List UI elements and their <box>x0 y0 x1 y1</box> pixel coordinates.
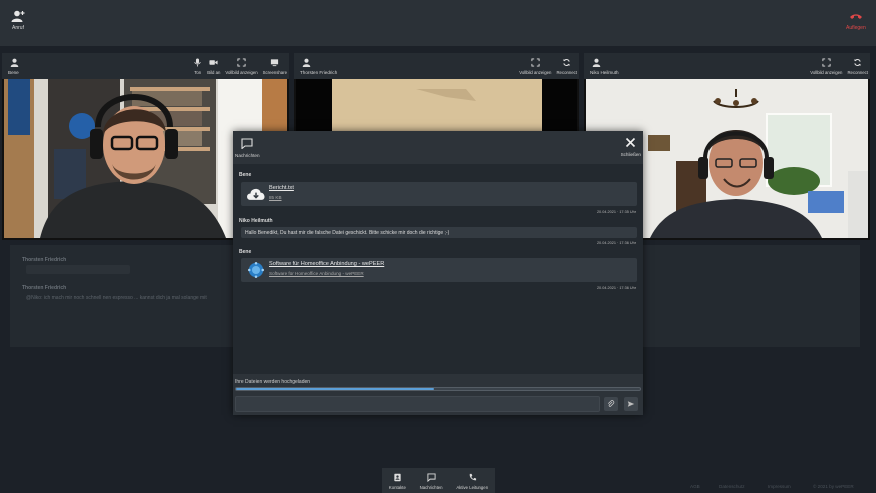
person-icon <box>592 58 601 67</box>
mute-button[interactable]: Ton <box>193 58 202 75</box>
send-button[interactable] <box>624 397 638 411</box>
footer-copyright: © 2021 by wePEER <box>813 484 854 489</box>
video-camera-icon <box>209 60 218 65</box>
send-icon <box>627 401 635 407</box>
reconnect-button[interactable]: Reconnect <box>847 58 868 75</box>
camera-label: Bild an <box>207 70 221 75</box>
tile-header: Thorsten Friedrich Vollbild anzeigen Rec… <box>294 53 579 79</box>
reconnect-label: Reconnect <box>556 70 577 75</box>
fullscreen-button[interactable]: Vollbild anzeigen <box>810 58 842 75</box>
cloud-download-icon <box>247 188 265 200</box>
fullscreen-icon <box>237 58 246 67</box>
close-label: Schließen <box>620 152 641 157</box>
link-preview-message[interactable]: Software für Homeoffice Anbindung - wePE… <box>241 258 637 282</box>
participant-name: Bene <box>8 70 19 75</box>
fullscreen-icon <box>822 58 831 67</box>
upload-progress-fill <box>236 388 434 390</box>
participant-name: Thorsten Friedrich <box>300 70 338 75</box>
participant-label: Thorsten Friedrich <box>300 58 337 75</box>
phone-icon <box>469 473 476 481</box>
top-bar: Anruf Auflegen <box>0 0 876 46</box>
bottom-navigation: Kontakte Nachrichten Aktive Leitungen <box>382 468 495 493</box>
background-message-sender: Thorsten Friedrich <box>22 257 67 263</box>
link-preview-subtitle[interactable]: Software für Homeoffice Anbindung - wePE… <box>269 271 364 276</box>
participant-name: Niko Heilmuth <box>590 70 619 75</box>
add-person-icon <box>11 10 25 22</box>
message-sender: Niko Heilmuth <box>239 218 273 224</box>
call-label: Anruf <box>12 25 24 31</box>
message-sender: Bene <box>239 249 252 255</box>
close-icon <box>626 137 636 148</box>
message-list[interactable]: Bene Bericht.txt 85 KB 20.04.2021 · 17:3… <box>233 164 643 374</box>
screenshare-button[interactable]: Screenshare <box>263 58 287 75</box>
screenshare-icon <box>271 59 279 67</box>
message-timestamp: 20.04.2021 · 17:36 Uhr <box>596 241 636 245</box>
footer-imprint-link[interactable]: Impressum <box>768 484 791 489</box>
message-timestamp: 20.04.2021 · 17:36 Uhr <box>596 286 636 290</box>
participant-label: Bene <box>8 58 19 75</box>
reconnect-label: Reconnect <box>847 70 868 75</box>
active-lines-label: Aktive Leitungen <box>456 485 489 490</box>
reconnect-button[interactable]: Reconnect <box>556 58 577 75</box>
fullscreen-label: Vollbild anzeigen <box>225 70 258 75</box>
camera-button[interactable]: Bild an <box>207 58 220 75</box>
reconnect-icon <box>854 59 862 66</box>
fullscreen-label: Vollbild anzeigen <box>810 70 843 75</box>
footer-privacy-link[interactable]: Datenschutz <box>719 484 745 489</box>
messages-button[interactable]: Nachrichten <box>420 473 443 490</box>
contacts-label: Kontakte <box>388 485 406 490</box>
tile-header: Bene Ton Bild an Vollbild anzeigen Scree… <box>2 53 289 79</box>
fullscreen-label: Vollbild anzeigen <box>519 70 552 75</box>
contacts-icon <box>394 473 401 482</box>
reconnect-icon <box>563 59 571 66</box>
call-button[interactable]: Anruf <box>11 10 25 31</box>
tile-header: Niko Heilmuth Vollbild anzeigen Reconnec… <box>584 53 870 79</box>
upload-status-label: Ihre Dateien werden hochgeladen <box>235 379 311 385</box>
paperclip-icon <box>608 400 615 407</box>
person-icon <box>10 58 19 67</box>
chat-bubble-icon <box>241 138 253 149</box>
message-timestamp: 20.04.2021 · 17:35 Uhr <box>596 210 636 214</box>
participant-label: Niko Heilmuth <box>590 58 619 75</box>
text-message: Hallo Benedikt, Du hast mir die falsche … <box>241 227 637 238</box>
chat-bubble-icon <box>427 473 436 482</box>
file-attachment-message[interactable]: Bericht.txt 85 KB <box>241 182 637 206</box>
message-text: Hallo Benedikt, Du hast mir die falsche … <box>245 230 450 236</box>
fullscreen-button[interactable]: Vollbild anzeigen <box>519 58 551 75</box>
footer-agb-link[interactable]: AGB <box>690 484 700 489</box>
fullscreen-icon <box>531 58 540 67</box>
message-input[interactable] <box>235 396 600 412</box>
messages-title-label: Nachrichten <box>235 153 260 158</box>
background-message-attachment <box>26 265 130 274</box>
file-name-link[interactable]: Bericht.txt <box>269 185 294 191</box>
message-sender: Bene <box>239 172 252 178</box>
hangup-label: Auflegen <box>846 25 866 31</box>
link-preview-title[interactable]: Software für Homeoffice Anbindung - wePE… <box>269 261 384 267</box>
background-message-text: @Niko: ich mach mir noch schnell nen esp… <box>26 295 207 301</box>
messages-dialog: Nachrichten Schließen Bene Bericht.txt 8… <box>233 131 643 415</box>
wepeer-logo-icon <box>247 261 265 279</box>
microphone-icon <box>194 58 201 67</box>
fullscreen-button[interactable]: Vollbild anzeigen <box>225 58 258 75</box>
hangup-button[interactable]: Auflegen <box>846 10 866 31</box>
screenshare-label: Screenshare <box>262 70 287 75</box>
upload-progress-bar <box>235 387 641 391</box>
person-icon <box>302 58 311 67</box>
mute-label: Ton <box>194 70 202 75</box>
messages-dialog-header: Nachrichten Schließen <box>233 131 643 164</box>
close-button[interactable]: Schließen <box>621 137 641 157</box>
messages-label: Nachrichten <box>419 485 443 490</box>
background-message-sender: Thorsten Friedrich <box>22 285 67 291</box>
hangup-phone-icon <box>849 14 862 19</box>
contacts-button[interactable]: Kontakte <box>389 473 406 490</box>
messages-title: Nachrichten <box>235 138 260 158</box>
file-size: 85 KB <box>269 195 282 200</box>
active-lines-button[interactable]: Aktive Leitungen <box>456 473 488 490</box>
attach-file-button[interactable] <box>604 397 618 411</box>
